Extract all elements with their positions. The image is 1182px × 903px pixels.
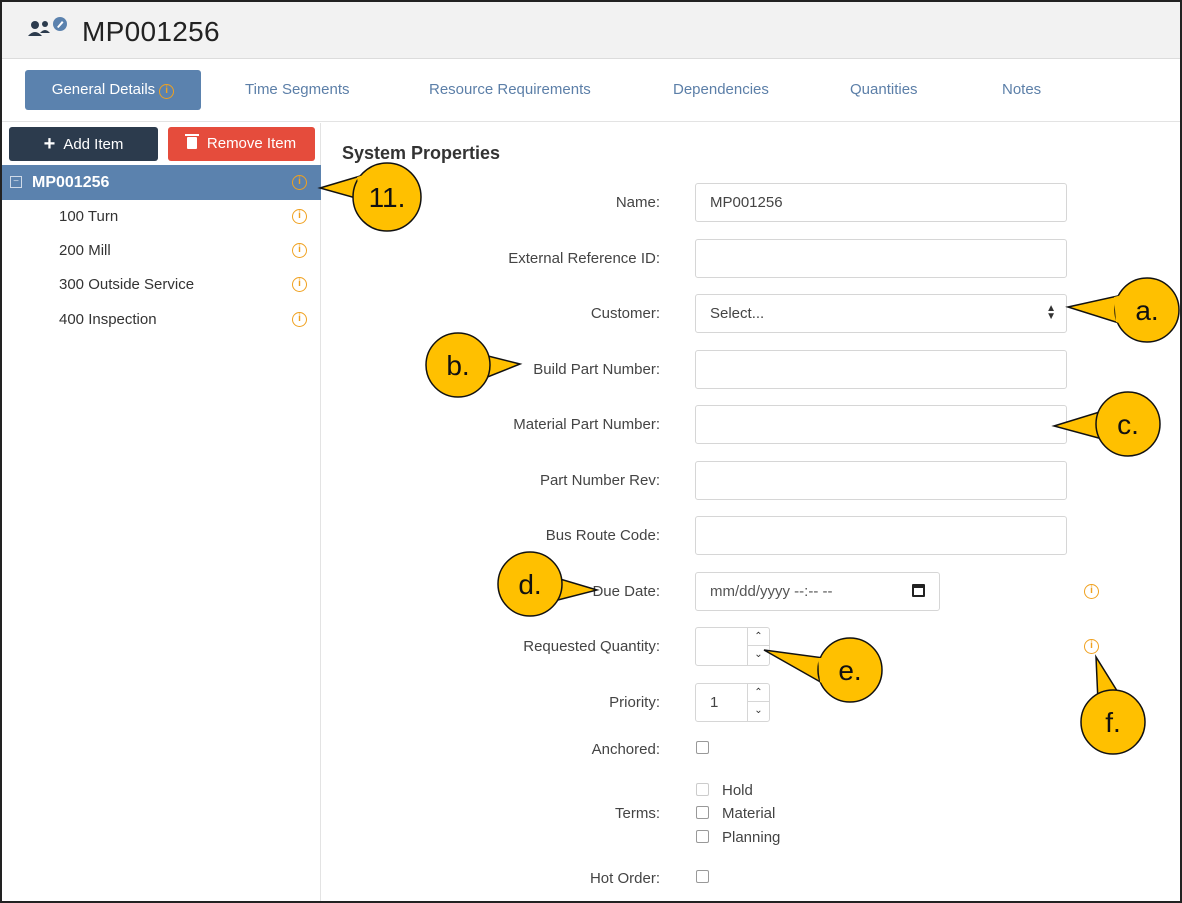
material-part-number-input[interactable] — [695, 405, 1067, 444]
due-date-input[interactable]: mm/dd/yyyy --:-- -- — [695, 572, 940, 611]
terms-material-checkbox[interactable] — [696, 806, 709, 819]
tree-item[interactable]: 400 Inspection i — [2, 303, 321, 337]
tab-dependencies[interactable]: Dependencies — [673, 70, 769, 110]
chevron-up-icon[interactable]: ⌃ — [748, 684, 769, 702]
hot-order-checkbox[interactable] — [696, 870, 709, 883]
external-reference-input[interactable] — [695, 239, 1067, 278]
terms-planning-checkbox[interactable] — [696, 830, 709, 843]
remove-item-label: Remove Item — [206, 135, 297, 152]
info-icon: i — [292, 243, 307, 258]
calendar-icon[interactable] — [912, 584, 925, 597]
requested-quantity-stepper[interactable]: ⌃ ⌄ — [695, 627, 770, 666]
info-icon: i — [292, 277, 307, 292]
users-edit-icon — [28, 17, 67, 36]
callout-c: c. — [1051, 391, 1161, 457]
part-number-rev-input[interactable] — [695, 461, 1067, 500]
tree-root-item[interactable]: − MP001256 i — [2, 165, 321, 200]
anchored-checkbox[interactable] — [696, 741, 709, 754]
stepper-buttons: ⌃ ⌄ — [747, 628, 769, 665]
callout-a: a. — [1065, 277, 1180, 343]
tree-item-label: 400 Inspection — [59, 311, 157, 328]
anchored-label: Anchored: — [591, 741, 660, 758]
select-arrows-icon: ▲ ▼ — [1046, 303, 1056, 322]
info-icon: i — [292, 312, 307, 327]
app-window: MP001256 General Details i Time Segments … — [0, 0, 1182, 903]
hot-order-label: Hot Order: — [589, 870, 660, 887]
info-icon: i — [292, 209, 307, 224]
tree-item-label: 300 Outside Service — [59, 276, 195, 293]
item-tree-panel: + Add Item Remove Item − MP001256 i 100 T… — [2, 123, 321, 901]
callout-f-text: f. — [1105, 707, 1121, 738]
info-icon: i — [159, 84, 175, 99]
callout-d: d. — [497, 551, 600, 617]
callout-f: f. — [1080, 654, 1146, 755]
info-icon: i — [1084, 639, 1099, 654]
terms-material-label: Material — [722, 805, 776, 822]
chevron-down-icon[interactable]: ⌄ — [748, 702, 769, 720]
callout-11: 11. — [317, 162, 422, 232]
terms-label: Terms: — [615, 805, 660, 822]
priority-value: 1 — [710, 694, 719, 711]
terms-hold-label: Hold — [722, 782, 753, 799]
build-part-number-label: Build Part Number: — [533, 361, 660, 378]
customer-select-value: Select... — [710, 305, 765, 322]
build-part-number-input[interactable] — [695, 350, 1067, 389]
plus-icon: + — [43, 133, 56, 155]
page-title: MP001256 — [82, 16, 220, 47]
callout-b-text: b. — [446, 350, 469, 381]
customer-select[interactable]: Select... ▲ ▼ — [695, 294, 1067, 333]
customer-label: Customer: — [590, 305, 660, 322]
bus-route-code-label: Bus Route Code: — [545, 527, 660, 544]
tab-general-details[interactable]: General Details i — [25, 70, 201, 110]
tree-item-label: 200 Mill — [59, 242, 111, 259]
due-date-label: Due Date: — [592, 583, 660, 600]
info-icon: i — [292, 175, 307, 190]
name-input[interactable]: MP001256 — [695, 183, 1067, 222]
tab-time-segments[interactable]: Time Segments — [245, 70, 349, 110]
tree-item-label: 100 Turn — [59, 208, 119, 225]
external-reference-label: External Reference ID: — [508, 250, 660, 267]
tab-bar: General Details i Time Segments Resource … — [2, 60, 1180, 122]
tree-item[interactable]: 300 Outside Service i — [2, 268, 321, 302]
callout-e: e. — [763, 637, 883, 703]
bus-route-code-input[interactable] — [695, 516, 1067, 555]
trash-icon — [184, 134, 199, 149]
callout-b: b. — [425, 332, 523, 398]
add-item-button[interactable]: + Add Item — [9, 127, 158, 161]
chevron-down-icon[interactable]: ⌄ — [748, 646, 769, 664]
terms-hold-checkbox[interactable] — [696, 783, 709, 796]
callout-e-text: e. — [838, 655, 861, 686]
priority-label: Priority: — [609, 694, 660, 711]
name-label: Name: — [615, 194, 660, 211]
tree-item[interactable]: 100 Turn i — [2, 200, 321, 234]
tree-root-label: MP001256 — [32, 174, 110, 191]
tab-notes[interactable]: Notes — [1002, 70, 1041, 110]
tree-item[interactable]: 200 Mill i — [2, 234, 321, 268]
tab-label: General Details — [51, 81, 156, 98]
requested-quantity-label: Requested Quantity: — [523, 638, 660, 655]
priority-stepper[interactable]: 1 ⌃ ⌄ — [695, 683, 770, 722]
stepper-buttons: ⌃ ⌄ — [747, 684, 769, 721]
callout-d-text: d. — [518, 569, 541, 600]
callout-11-text: 11. — [369, 182, 406, 213]
material-part-number-label: Material Part Number: — [513, 416, 660, 433]
due-date-placeholder: mm/dd/yyyy --:-- -- — [710, 583, 833, 600]
callout-a-text: a. — [1135, 295, 1158, 326]
chevron-up-icon[interactable]: ⌃ — [748, 628, 769, 646]
collapse-icon[interactable]: − — [10, 176, 22, 188]
tab-resource-requirements[interactable]: Resource Requirements — [429, 70, 591, 110]
info-icon: i — [1084, 584, 1099, 599]
callout-c-text: c. — [1117, 409, 1139, 440]
section-title: System Properties — [342, 143, 501, 163]
part-number-rev-label: Part Number Rev: — [539, 472, 660, 489]
add-item-label: Add Item — [63, 136, 124, 153]
remove-item-button[interactable]: Remove Item — [168, 127, 315, 161]
page-header: MP001256 — [2, 2, 1180, 59]
terms-planning-label: Planning — [722, 829, 781, 846]
tab-quantities[interactable]: Quantities — [850, 70, 918, 110]
